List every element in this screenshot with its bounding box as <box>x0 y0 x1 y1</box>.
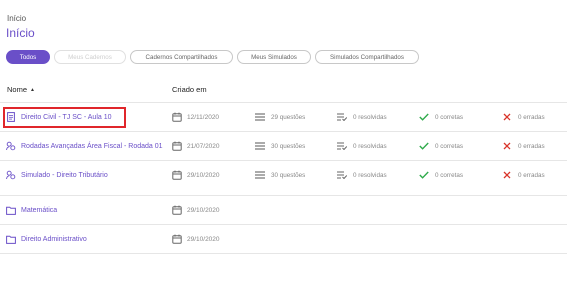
list-check-icon <box>337 141 347 151</box>
list-check-icon <box>337 112 347 122</box>
row-date: 12/11/2020 <box>187 113 220 121</box>
column-header-name-label: Nome <box>7 85 28 94</box>
row-resolved-count: 0 resolvidas <box>353 142 387 150</box>
column-header-created[interactable]: Criado em <box>172 85 207 94</box>
row-name-link[interactable]: Rodadas Avançadas Área Fiscal - Rodada 0… <box>21 143 163 150</box>
list-check-icon <box>337 170 347 180</box>
filter-shared-notebooks-button[interactable]: Cadernos Compartilhados <box>130 50 233 64</box>
check-icon <box>419 141 429 151</box>
check-icon <box>419 170 429 180</box>
close-icon <box>502 112 512 122</box>
close-icon <box>502 141 512 151</box>
filter-my-simulations-button[interactable]: Meus Simulados <box>237 50 311 64</box>
list-icon <box>255 170 265 180</box>
folder-icon <box>6 234 16 244</box>
row-resolved-count: 0 resolvidas <box>353 171 387 179</box>
calendar-icon <box>172 170 182 180</box>
list-icon <box>255 112 265 122</box>
table-row[interactable]: Rodadas Avançadas Área Fiscal - Rodada 0… <box>0 131 567 160</box>
shared-quiz-icon <box>6 141 16 151</box>
filter-bar: Todos Meus Cadernos Cadernos Compartilha… <box>6 50 419 64</box>
table-bottom-divider <box>0 253 567 254</box>
row-name-link[interactable]: Matemática <box>21 207 57 214</box>
row-wrong-count: 0 erradas <box>518 171 545 179</box>
table-row[interactable]: Direito Administrativo 29/10/2020 <box>0 224 567 253</box>
filter-shared-simulations-button[interactable]: Simulados Compartilhados <box>315 50 419 64</box>
row-date: 29/10/2020 <box>187 171 220 179</box>
column-header-created-label: Criado em <box>172 85 207 94</box>
row-wrong-count: 0 erradas <box>518 142 545 150</box>
row-correct-count: 0 corretas <box>435 171 463 179</box>
row-name-link[interactable]: Simulado - Direito Tributário <box>21 172 108 179</box>
row-name-link[interactable]: Direito Administrativo <box>21 236 87 243</box>
table-row[interactable]: Simulado - Direito Tributário 29/10/2020… <box>0 160 567 189</box>
close-icon <box>502 170 512 180</box>
page-title: Início <box>6 26 35 40</box>
row-questions-count: 29 questões <box>271 113 306 121</box>
row-date: 21/07/2020 <box>187 142 220 150</box>
shared-quiz-icon <box>6 170 16 180</box>
row-questions-count: 30 questões <box>271 171 306 179</box>
list-icon <box>255 141 265 151</box>
table-row[interactable]: Matemática 29/10/2020 <box>0 195 567 224</box>
check-icon <box>419 112 429 122</box>
calendar-icon <box>172 141 182 151</box>
row-date: 29/10/2020 <box>187 235 220 243</box>
row-date: 29/10/2020 <box>187 206 220 214</box>
row-questions-count: 30 questões <box>271 142 306 150</box>
calendar-icon <box>172 112 182 122</box>
calendar-icon <box>172 205 182 215</box>
column-header-name[interactable]: Nome ▲ <box>7 85 35 94</box>
row-resolved-count: 0 resolvidas <box>353 113 387 121</box>
row-wrong-count: 0 erradas <box>518 113 545 121</box>
breadcrumb[interactable]: Início <box>7 14 26 23</box>
row-correct-count: 0 corretas <box>435 113 463 121</box>
folder-icon <box>6 205 16 215</box>
calendar-icon <box>172 234 182 244</box>
row-correct-count: 0 corretas <box>435 142 463 150</box>
highlight-box <box>3 107 126 128</box>
filter-all-button[interactable]: Todos <box>6 50 50 64</box>
filter-my-notebooks-button[interactable]: Meus Cadernos <box>54 50 126 64</box>
sort-ascending-icon: ▲ <box>30 86 35 93</box>
